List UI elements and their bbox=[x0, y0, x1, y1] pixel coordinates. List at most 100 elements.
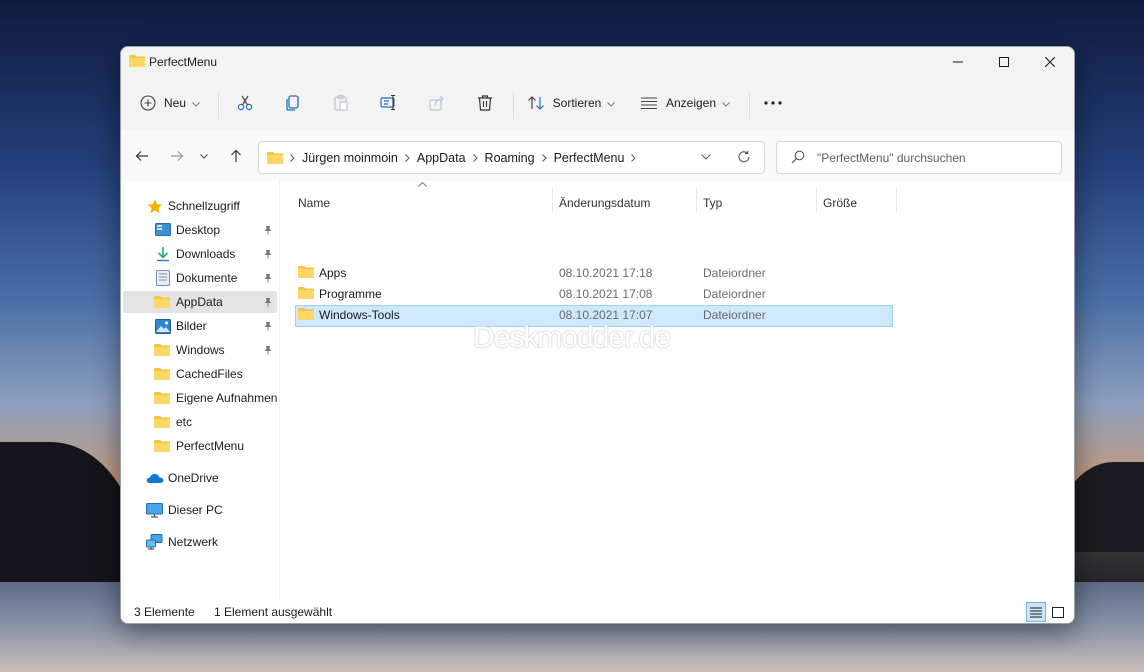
file-type: Dateiordner bbox=[703, 308, 766, 322]
forward-button[interactable] bbox=[164, 143, 190, 169]
folder-icon bbox=[298, 307, 314, 324]
sort-icon bbox=[527, 96, 544, 110]
rename-icon bbox=[380, 94, 395, 111]
sidebar-item-quick-access[interactable]: Schnellzugriff bbox=[123, 195, 277, 217]
sidebar-item-pictures[interactable]: Bilder bbox=[123, 315, 277, 337]
refresh-button[interactable] bbox=[737, 150, 751, 164]
share-icon bbox=[429, 95, 444, 111]
chevron-right-icon[interactable] bbox=[290, 153, 295, 162]
table-row[interactable]: Apps 08.10.2021 17:18 Dateiordner bbox=[295, 263, 891, 283]
desktop-icon bbox=[155, 223, 171, 237]
scissors-icon bbox=[237, 95, 253, 111]
sidebar-item-appdata[interactable]: AppData bbox=[123, 291, 277, 313]
breadcrumb-item[interactable]: Roaming bbox=[485, 151, 535, 165]
more-options-button[interactable] bbox=[757, 87, 789, 119]
chevron-right-icon[interactable] bbox=[405, 153, 410, 162]
chevron-right-icon[interactable] bbox=[472, 153, 478, 162]
maximize-button[interactable] bbox=[981, 47, 1027, 77]
view-list-icon bbox=[640, 97, 657, 110]
folder-icon bbox=[298, 286, 314, 303]
column-divider[interactable] bbox=[552, 187, 553, 213]
address-bar[interactable]: Jürgen moinmoin AppData Roaming PerfectM… bbox=[258, 141, 765, 174]
pin-icon bbox=[263, 344, 273, 358]
chevron-right-icon[interactable] bbox=[631, 153, 637, 162]
arrow-left-icon bbox=[135, 151, 148, 161]
pin-icon bbox=[263, 224, 273, 238]
file-date: 08.10.2021 17:18 bbox=[559, 266, 653, 280]
breadcrumb-item[interactable]: AppData bbox=[417, 151, 466, 165]
folder-icon bbox=[129, 54, 145, 71]
sort-ascending-icon bbox=[418, 182, 427, 187]
sidebar-item-eigene-aufnahmen[interactable]: Eigene Aufnahmen bbox=[123, 387, 277, 409]
sidebar-item-this-pc[interactable]: Dieser PC bbox=[123, 499, 277, 521]
sidebar-item-etc[interactable]: etc bbox=[123, 411, 277, 433]
sidebar-item-downloads[interactable]: Downloads bbox=[123, 243, 277, 265]
column-divider[interactable] bbox=[816, 187, 817, 213]
paste-icon bbox=[334, 94, 348, 111]
minimize-icon bbox=[953, 61, 963, 63]
new-button[interactable]: Neu bbox=[135, 87, 205, 119]
chevron-right-icon[interactable] bbox=[541, 153, 547, 162]
sort-button[interactable]: Sortieren bbox=[523, 87, 619, 119]
column-header-type[interactable]: Typ bbox=[703, 191, 815, 215]
copy-button[interactable] bbox=[277, 87, 309, 119]
address-row: Jürgen moinmoin AppData Roaming PerfectM… bbox=[121, 131, 1074, 181]
paste-button[interactable] bbox=[325, 87, 357, 119]
sidebar-item-cachedfiles[interactable]: CachedFiles bbox=[123, 363, 277, 385]
cut-button[interactable] bbox=[229, 87, 261, 119]
breadcrumb-item[interactable]: PerfectMenu bbox=[554, 151, 625, 165]
sidebar-item-onedrive[interactable]: OneDrive bbox=[123, 467, 277, 489]
view-button[interactable]: Anzeigen bbox=[637, 87, 733, 119]
new-label: Neu bbox=[163, 96, 186, 110]
sidebar-item-documents[interactable]: Dokumente bbox=[123, 267, 277, 289]
details-view-icon bbox=[1030, 607, 1042, 617]
copy-icon bbox=[286, 95, 299, 111]
sidebar-item-label: Eigene Aufnahmen bbox=[176, 391, 278, 405]
column-header-label: Änderungsdatum bbox=[559, 196, 651, 210]
window-title: PerfectMenu bbox=[149, 55, 218, 69]
folder-icon bbox=[298, 265, 314, 282]
sidebar-item-label: etc bbox=[176, 415, 193, 429]
sidebar-item-desktop[interactable]: Desktop bbox=[123, 219, 277, 241]
share-button[interactable] bbox=[421, 87, 453, 119]
sidebar-item-windows[interactable]: Windows bbox=[123, 339, 277, 361]
search-input[interactable]: "PerfectMenu" durchsuchen bbox=[776, 141, 1062, 174]
pin-icon bbox=[263, 320, 273, 334]
pin-icon bbox=[263, 272, 273, 286]
rename-button[interactable] bbox=[373, 87, 405, 119]
delete-button[interactable] bbox=[469, 87, 501, 119]
pin-icon bbox=[263, 248, 273, 262]
sidebar-item-label: Dokumente bbox=[176, 271, 238, 285]
folder-icon bbox=[154, 391, 170, 405]
recent-locations-button[interactable] bbox=[195, 143, 213, 169]
column-divider[interactable] bbox=[896, 187, 897, 213]
file-name: Windows-Tools bbox=[319, 308, 400, 322]
sidebar-item-network[interactable]: Netzwerk bbox=[123, 531, 277, 553]
breadcrumb-item[interactable]: Jürgen moinmoin bbox=[302, 151, 398, 165]
column-divider[interactable] bbox=[696, 187, 697, 213]
folder-icon bbox=[154, 415, 170, 429]
sidebar-item-label: Schnellzugriff bbox=[168, 199, 240, 213]
title-bar: PerfectMenu bbox=[121, 47, 1074, 79]
chevron-down-icon bbox=[701, 154, 711, 160]
star-icon bbox=[147, 199, 163, 214]
table-row[interactable]: Programme 08.10.2021 17:08 Dateiordner bbox=[295, 284, 891, 304]
cloud-icon bbox=[146, 472, 164, 484]
up-button[interactable] bbox=[223, 143, 249, 169]
chevron-down-icon bbox=[200, 153, 208, 159]
back-button[interactable] bbox=[129, 143, 155, 169]
sidebar-item-perfectmenu[interactable]: PerfectMenu bbox=[123, 435, 277, 457]
sidebar-item-label: PerfectMenu bbox=[176, 439, 245, 453]
tiles-view-button[interactable] bbox=[1048, 602, 1068, 622]
toolbar-divider bbox=[513, 93, 514, 119]
address-dropdown-button[interactable] bbox=[701, 154, 711, 160]
details-view-button[interactable] bbox=[1026, 602, 1046, 622]
column-header-name[interactable]: Name bbox=[298, 191, 548, 215]
chevron-down-icon bbox=[192, 96, 200, 110]
sidebar-item-label: Downloads bbox=[176, 247, 236, 261]
column-header-size[interactable]: Größe bbox=[823, 191, 895, 215]
column-header-date[interactable]: Änderungsdatum bbox=[559, 191, 694, 215]
file-date: 08.10.2021 17:07 bbox=[559, 308, 653, 322]
close-button[interactable] bbox=[1027, 47, 1073, 77]
minimize-button[interactable] bbox=[935, 47, 981, 77]
